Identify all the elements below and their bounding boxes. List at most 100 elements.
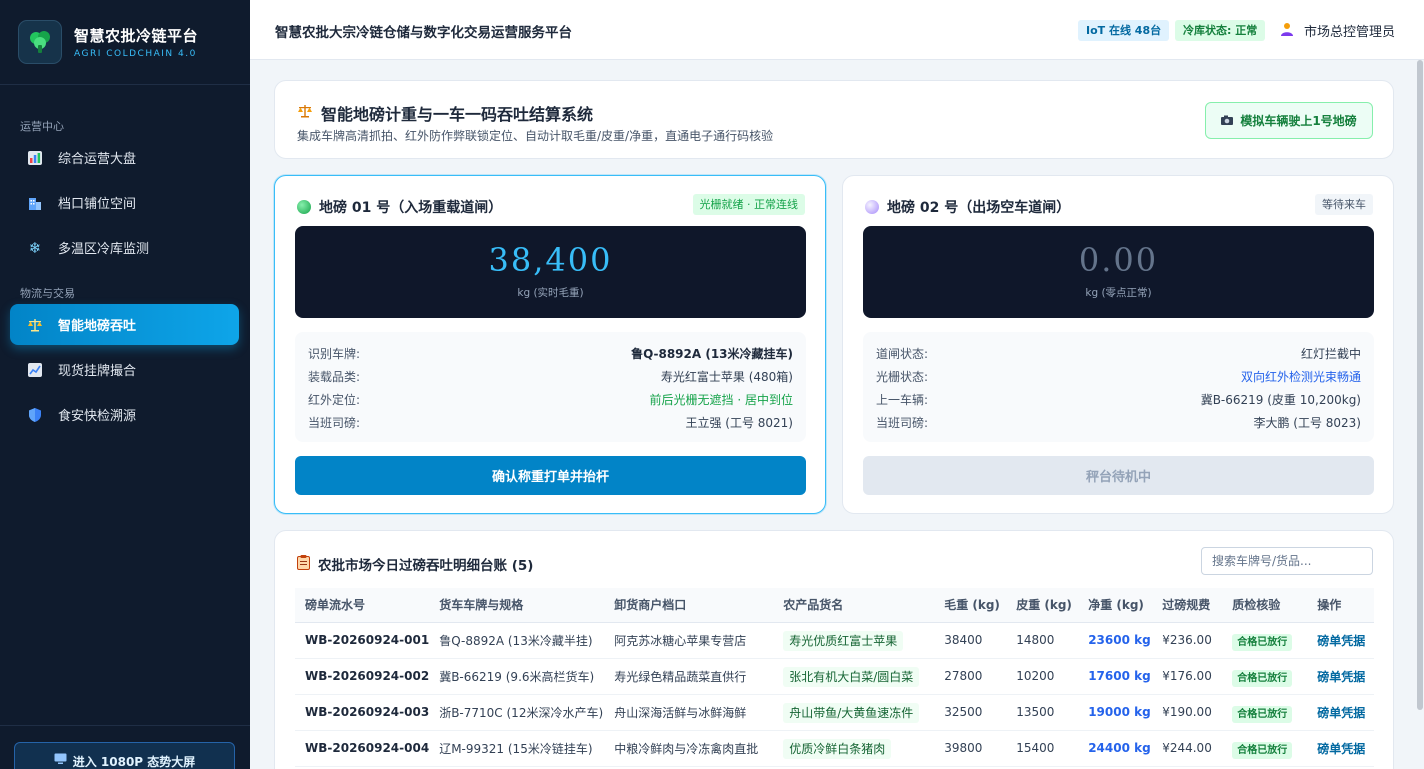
receipt-link[interactable]: 磅单凭据 bbox=[1317, 634, 1365, 648]
goods-cell: 寿光优质红富士苹果 bbox=[773, 622, 935, 659]
fee-cell: ¥190.00 bbox=[1152, 694, 1223, 731]
trend-icon bbox=[26, 361, 44, 379]
camera-icon bbox=[1221, 114, 1234, 128]
module-title: 智能地磅计重与一车一码吞吐结算系统 bbox=[321, 105, 594, 124]
qc-badge: 合格已放行 bbox=[1232, 741, 1293, 759]
info-key: 当班司磅: bbox=[876, 416, 929, 430]
info-value: 冀B-66219 (皮重 10,200kg) bbox=[1200, 393, 1361, 407]
fee-cell: ¥176.00 bbox=[1152, 658, 1223, 695]
column-header: 磅单流水号 bbox=[295, 588, 430, 623]
weighbridge-02-reading: 0.00 bbox=[1078, 241, 1159, 279]
building-icon bbox=[26, 194, 44, 212]
user-menu[interactable]: 市场总控管理员 bbox=[1280, 21, 1395, 40]
goods-cell: 张北有机大白菜/圆白菜 bbox=[773, 658, 935, 695]
ticket-id: WB-20260924-002 bbox=[295, 658, 430, 695]
brand-title: 智慧农批冷链平台 bbox=[74, 27, 199, 45]
ledger-search-input[interactable] bbox=[1201, 547, 1373, 575]
nav-section-operations: 运营中心 bbox=[20, 120, 64, 133]
sidebar-item-weighbridge[interactable]: 智能地磅吞吐 bbox=[10, 304, 239, 345]
qc-cell: 合格已放行 bbox=[1222, 730, 1308, 767]
receipt-link[interactable]: 磅单凭据 bbox=[1317, 742, 1365, 756]
column-header: 皮重 (kg) bbox=[1006, 588, 1079, 623]
goods-cell: 优质冷鲜白条猪肉 bbox=[773, 730, 935, 767]
info-row-grating: 光栅状态: 双向红外检测光束畅通 bbox=[876, 365, 1361, 388]
online-status-dot-icon bbox=[297, 200, 311, 214]
tare-cell: 13500 bbox=[1006, 694, 1079, 731]
module-description: 集成车牌高清抓拍、红外防作弊联锁定位、自动计取毛重/皮重/净重，直通电子通行码核… bbox=[297, 129, 774, 143]
info-value: 双向红外检测光束畅通 bbox=[1240, 370, 1361, 384]
column-header: 货车车牌与规格 bbox=[429, 588, 605, 623]
weighbridge-02-unit: kg (零点正常) bbox=[1085, 287, 1152, 299]
gross-cell: 32500 bbox=[934, 694, 1007, 731]
column-header: 过磅规费 bbox=[1152, 588, 1223, 623]
weighbridge-02-title: 地磅 02 号（出场空车道闸） bbox=[887, 200, 1071, 216]
gross-cell: 39800 bbox=[934, 730, 1007, 767]
fee-cell: ¥244.00 bbox=[1152, 730, 1223, 767]
weighbridge-02-info: 道闸状态: 红灯拦截中 光栅状态: 双向红外检测光束畅通 上一车辆: 冀B-66219… bbox=[863, 332, 1374, 442]
weighbridge-02-status-badge: 等待来车 bbox=[1315, 194, 1373, 215]
table-header-row: 磅单流水号 货车车牌与规格 卸货商户档口 农产品货名 毛重 (kg) 皮重 (k… bbox=[295, 588, 1374, 623]
simulate-vehicle-button[interactable]: 模拟车辆驶上1号地磅 bbox=[1205, 102, 1373, 139]
sidebar-item-coldstorage[interactable]: ❄ 多温区冷库监测 bbox=[10, 227, 239, 268]
bigscreen-button[interactable]: 进入 1080P 态势大屏 bbox=[14, 742, 235, 769]
snowflake-icon: ❄ bbox=[28, 238, 42, 257]
confirm-weigh-button[interactable]: 确认称重打单并抬杆 bbox=[295, 456, 806, 495]
info-value: 王立强 (工号 8021) bbox=[685, 416, 793, 430]
column-header: 毛重 (kg) bbox=[934, 588, 1007, 623]
net-cell: 23600 kg bbox=[1078, 622, 1153, 659]
bar-chart-icon bbox=[26, 149, 44, 167]
gross-cell: 38400 bbox=[934, 622, 1007, 659]
op-cell: 磅单凭据 bbox=[1307, 694, 1374, 731]
info-key: 道闸状态: bbox=[876, 347, 929, 361]
qc-badge: 合格已放行 bbox=[1232, 705, 1293, 723]
sidebar-item-dashboard[interactable]: 综合运营大盘 bbox=[10, 137, 239, 178]
goods-tag: 寿光优质红富士苹果 bbox=[783, 630, 904, 651]
op-cell: 磅单凭据 bbox=[1307, 622, 1374, 659]
tare-cell: 10200 bbox=[1006, 658, 1079, 695]
cold-storage-status-badge: 冷库状态: 正常 bbox=[1175, 20, 1266, 41]
weighbridge-02-display: 0.00 kg (零点正常) bbox=[863, 226, 1374, 318]
gross-cell: 27800 bbox=[934, 658, 1007, 695]
sidebar-item-label: 食安快检溯源 bbox=[58, 409, 137, 424]
info-value: 前后光栅无遮挡 · 居中到位 bbox=[649, 393, 793, 407]
qc-badge: 合格已放行 bbox=[1232, 669, 1293, 687]
info-row-operator: 当班司磅: 王立强 (工号 8021) bbox=[308, 411, 793, 434]
table-row: WB-20260924-003 浙B-7710C (12米深冷水产车) 舟山深海… bbox=[295, 694, 1374, 731]
column-header: 净重 (kg) bbox=[1078, 588, 1153, 623]
broccoli-logo-icon bbox=[18, 20, 62, 64]
sidebar-item-stalls[interactable]: 档口铺位空间 bbox=[10, 182, 239, 223]
monitor-icon bbox=[54, 753, 67, 768]
op-cell: 磅单凭据 bbox=[1307, 730, 1374, 767]
module-header-card: 智能地磅计重与一车一码吞吐结算系统 集成车牌高清抓拍、红外防作弊联锁定位、自动计… bbox=[274, 80, 1394, 159]
info-row-gate: 道闸状态: 红灯拦截中 bbox=[876, 342, 1361, 365]
qc-cell: 合格已放行 bbox=[1222, 622, 1308, 659]
sidebar-item-food-safety[interactable]: 食安快检溯源 bbox=[10, 394, 239, 435]
ticket-id: WB-20260924-004 bbox=[295, 730, 430, 767]
bigscreen-label: 进入 1080P 态势大屏 bbox=[72, 755, 196, 769]
sidebar-item-label: 多温区冷库监测 bbox=[58, 242, 150, 257]
sidebar-item-spot-trading[interactable]: 现货挂牌撮合 bbox=[10, 349, 239, 390]
brand: 智慧农批冷链平台 AGRI COLDCHAIN 4.0 bbox=[0, 0, 250, 85]
sidebar-item-label: 现货挂牌撮合 bbox=[58, 364, 137, 379]
weighbridge-01-unit: kg (实时毛重) bbox=[517, 287, 584, 299]
sidebar-item-label: 综合运营大盘 bbox=[58, 152, 137, 167]
weighbridge-01-card: 地磅 01 号（入场重载道闸） 光栅就绪 · 正常连线 38,400 kg (实… bbox=[274, 175, 826, 514]
info-row-cargo: 装载品类: 寿光红富士苹果 (480箱) bbox=[308, 365, 793, 388]
module-title-row: 智能地磅计重与一车一码吞吐结算系统 bbox=[297, 101, 593, 125]
goods-tag: 张北有机大白菜/圆白菜 bbox=[783, 666, 920, 687]
column-header: 质检核验 bbox=[1222, 588, 1308, 623]
receipt-link[interactable]: 磅单凭据 bbox=[1317, 670, 1365, 684]
receipt-link[interactable]: 磅单凭据 bbox=[1317, 706, 1365, 720]
op-cell: 磅单凭据 bbox=[1307, 658, 1374, 695]
info-row-infrared: 红外定位: 前后光栅无遮挡 · 居中到位 bbox=[308, 388, 793, 411]
info-value: 红灯拦截中 bbox=[1300, 347, 1361, 361]
page-title: 智慧农批大宗冷链仓储与数字化交易运营服务平台 bbox=[275, 25, 572, 41]
info-row-plate: 识别车牌: 鲁Q-8892A (13米冷藏挂车) bbox=[308, 342, 793, 365]
net-cell: 17600 kg bbox=[1078, 658, 1153, 695]
table-row: WB-20260924-001 鲁Q-8892A (13米冷藏半挂) 阿克苏冰糖… bbox=[295, 622, 1374, 659]
vertical-scrollbar[interactable] bbox=[1416, 60, 1424, 769]
column-header: 农产品货名 bbox=[773, 588, 935, 623]
scale-icon bbox=[297, 103, 313, 123]
truck-cell: 冀B-66219 (9.6米高栏货车) bbox=[429, 658, 605, 695]
brand-subtitle: AGRI COLDCHAIN 4.0 bbox=[74, 49, 197, 59]
